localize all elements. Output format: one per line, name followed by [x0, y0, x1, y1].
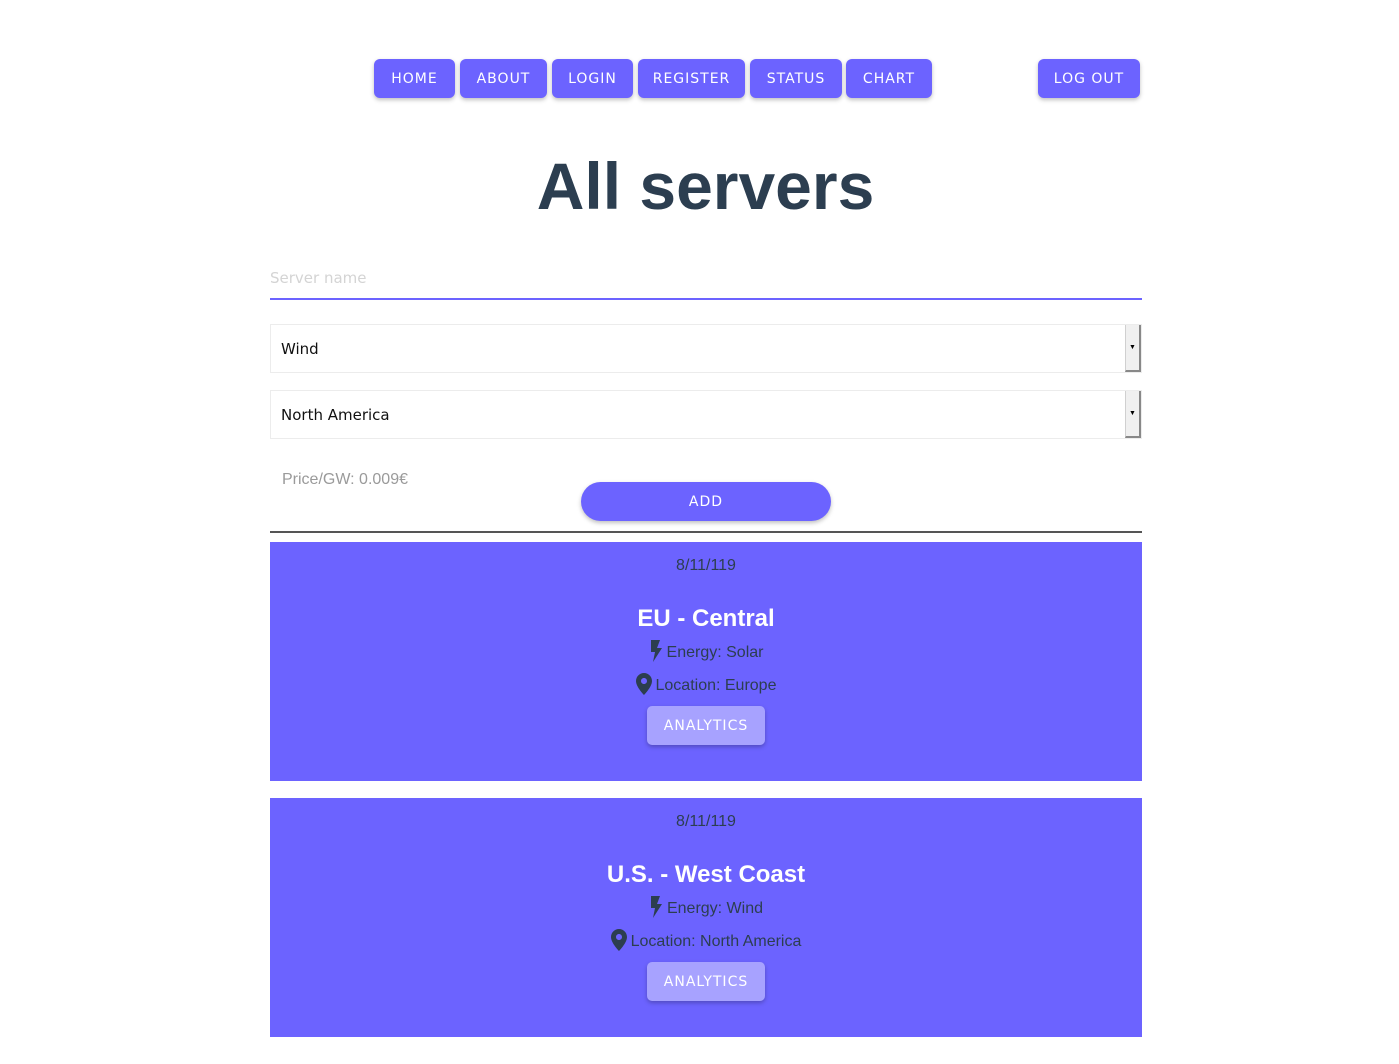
- nav-login-button[interactable]: LOGIN: [552, 59, 633, 98]
- nav-status-button[interactable]: STATUS: [750, 59, 842, 98]
- server-energy-line: Energy: Wind: [270, 896, 1142, 918]
- server-energy: Energy: Solar: [666, 644, 764, 661]
- energy-select[interactable]: Wind ▼: [270, 324, 1142, 373]
- server-name: U.S. - West Coast: [606, 861, 806, 888]
- server-card: 8/11/119 EU - Central Energy: Solar Loca…: [270, 542, 1142, 781]
- page-title: All servers: [536, 149, 875, 223]
- logout-button[interactable]: LOG OUT: [1038, 59, 1140, 98]
- server-name: EU - Central: [637, 605, 775, 632]
- server-date: 8/11/119: [676, 557, 736, 574]
- location-select-value: North America: [281, 405, 390, 424]
- dropdown-arrow-icon[interactable]: ▼: [1125, 391, 1141, 438]
- energy-select-value: Wind: [281, 339, 319, 358]
- divider: [270, 531, 1142, 533]
- nav-chart-button[interactable]: CHART: [846, 59, 932, 98]
- nav-register-button[interactable]: REGISTER: [638, 59, 745, 98]
- location-select[interactable]: North America ▼: [270, 390, 1142, 439]
- price-label: Price/GW: 0.009€: [282, 471, 408, 488]
- server-energy: Energy: Wind: [666, 900, 764, 917]
- server-date: 8/11/119: [676, 813, 736, 830]
- dropdown-arrow-icon[interactable]: ▼: [1125, 325, 1141, 372]
- page: HOME ABOUT LOGIN REGISTER STATUS CHART L…: [0, 0, 1399, 1064]
- server-location-line: Location: Europe: [270, 673, 1142, 695]
- server-location: Location: Europe: [655, 677, 777, 694]
- bolt-icon: [650, 640, 662, 662]
- nav-about-button[interactable]: ABOUT: [460, 59, 547, 98]
- map-pin-icon: [635, 673, 652, 695]
- server-location-line: Location: North America: [270, 929, 1142, 951]
- server-energy-line: Energy: Solar: [270, 640, 1142, 662]
- server-name-input[interactable]: [270, 258, 1142, 300]
- map-pin-icon: [610, 929, 627, 951]
- analytics-button[interactable]: ANALYTICS: [647, 706, 765, 745]
- bolt-icon: [650, 896, 662, 918]
- server-location: Location: North America: [630, 933, 802, 950]
- add-server-button[interactable]: ADD: [581, 482, 831, 521]
- server-card: 8/11/119 U.S. - West Coast Energy: Wind …: [270, 798, 1142, 1037]
- nav-home-button[interactable]: HOME: [374, 59, 455, 98]
- analytics-button[interactable]: ANALYTICS: [647, 962, 765, 1001]
